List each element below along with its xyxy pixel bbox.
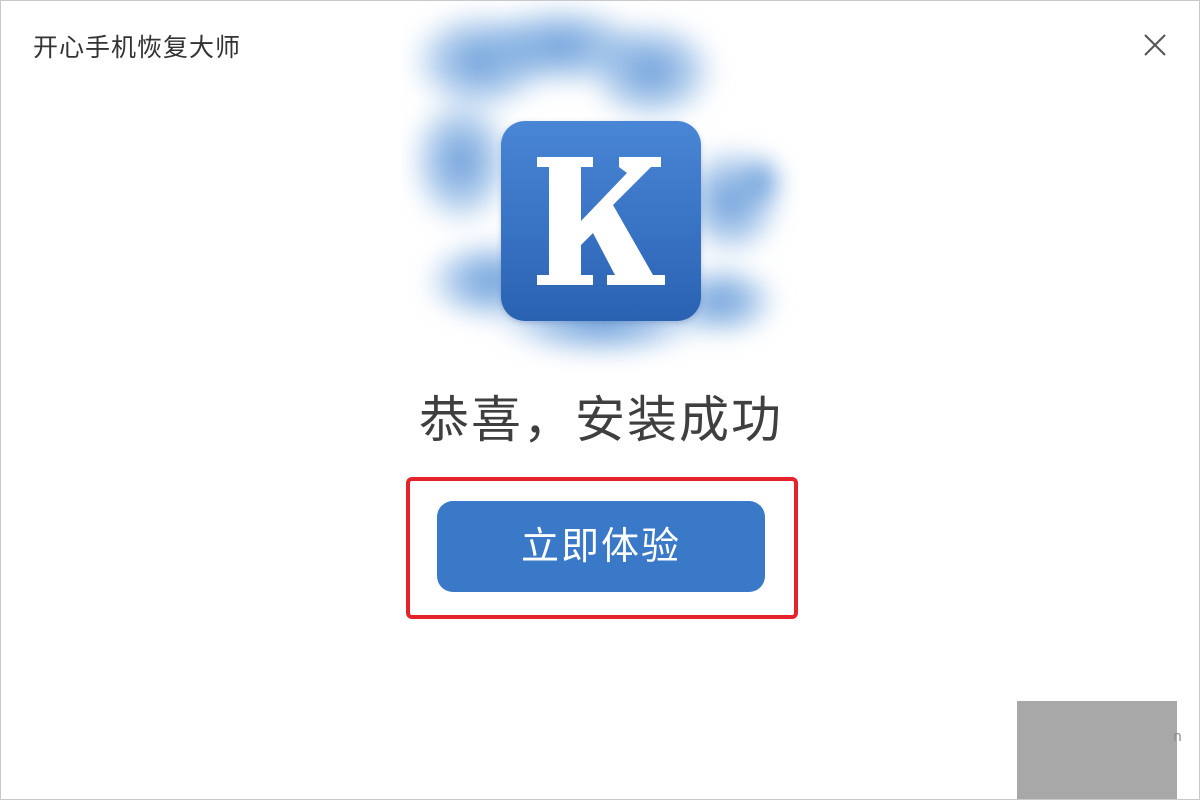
success-message: 恭喜，安装成功: [419, 391, 783, 449]
app-logo: [501, 121, 701, 321]
app-logo-k-icon: [537, 157, 665, 285]
try-now-button[interactable]: 立即体验: [437, 501, 765, 592]
watermark-block: [1017, 701, 1177, 799]
close-button[interactable]: [1137, 27, 1173, 63]
watermark-text: n: [1173, 729, 1182, 745]
window-title: 开心手机恢复大师: [33, 33, 242, 62]
close-icon: [1144, 34, 1166, 56]
installer-window: 开心手机恢复大师 恭喜，安装成功 立即体验 n: [0, 0, 1200, 800]
